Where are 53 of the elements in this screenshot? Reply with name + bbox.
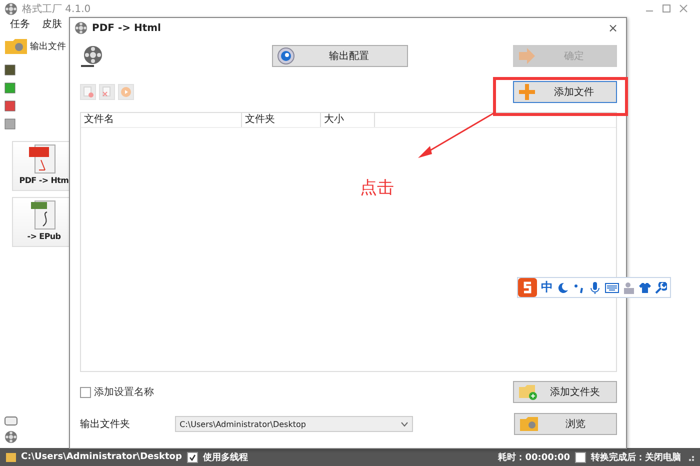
folder-path: C:\Users\Administrator\Desktop — [21, 452, 182, 462]
play-icon — [120, 86, 132, 98]
reel-icon — [4, 2, 18, 16]
menu-item[interactable]: 任务 — [10, 17, 30, 31]
folder-icon — [6, 452, 16, 462]
checkbox[interactable] — [80, 386, 91, 398]
film-reel-icon — [80, 44, 104, 68]
shutdown-label: 转换完成后：关闭电脑 — [591, 451, 681, 464]
moon-icon[interactable] — [557, 282, 569, 294]
annotation-text: 点击 — [360, 177, 394, 199]
file-cross-icon — [101, 86, 113, 98]
checkmark-icon — [188, 454, 196, 460]
add-folder-button[interactable]: 添加文件夹 — [513, 381, 617, 403]
arrow-icon — [518, 48, 536, 64]
chevron-down-icon — [401, 422, 408, 426]
plus-icon — [518, 83, 536, 101]
close-button[interactable]: × — [608, 21, 618, 35]
dialog-title: PDF -> Html — [92, 22, 161, 34]
drive-icon[interactable] — [4, 414, 18, 426]
gear-icon — [277, 47, 295, 65]
file-minus-icon — [82, 86, 94, 98]
browse-button[interactable]: 浏览 — [514, 413, 617, 435]
microphone-icon[interactable] — [589, 280, 601, 294]
wrench-icon[interactable] — [655, 282, 667, 294]
column-header[interactable]: 大小 — [321, 113, 375, 127]
resize-grip-icon[interactable] — [686, 453, 694, 461]
add-file-button[interactable]: 添加文件 — [513, 81, 617, 103]
checkbox[interactable] — [575, 452, 586, 462]
folder-dropdown[interactable]: C:\Users\Administrator\Desktop — [174, 416, 414, 432]
ime-logo-icon[interactable] — [518, 278, 537, 297]
reel-icon — [74, 21, 88, 35]
elapsed-time: 耗时：00:00:00 — [498, 451, 570, 464]
maximize-icon[interactable] — [662, 4, 671, 13]
field-label: 输出文件夹 — [80, 418, 131, 431]
reel-icon[interactable] — [4, 430, 18, 444]
punctuation-icon[interactable] — [573, 282, 585, 294]
column-header[interactable]: 文件夹 — [242, 113, 321, 127]
folder-plus-icon — [518, 384, 538, 400]
shirt-icon[interactable] — [639, 282, 651, 294]
user-icon[interactable] — [623, 282, 635, 294]
column-header[interactable]: 文件名 — [81, 113, 242, 127]
keyboard-icon[interactable] — [605, 282, 619, 292]
menu-item[interactable]: 皮肤 — [42, 17, 62, 31]
folder-icon — [519, 416, 540, 432]
multithread-label: 使用多线程 — [202, 451, 248, 464]
window-title: 格式工厂 4.1.0 — [22, 2, 91, 16]
folder-icon[interactable] — [4, 37, 28, 55]
checkbox-label: 添加设置名称 — [94, 386, 154, 399]
close-icon[interactable] — [679, 4, 688, 13]
output-settings-button[interactable]: 输出配置 — [272, 45, 408, 67]
input-mode[interactable]: 中 — [541, 279, 553, 296]
checkbox[interactable] — [186, 452, 198, 462]
output-folder-label[interactable]: 输出文件 — [30, 40, 66, 52]
